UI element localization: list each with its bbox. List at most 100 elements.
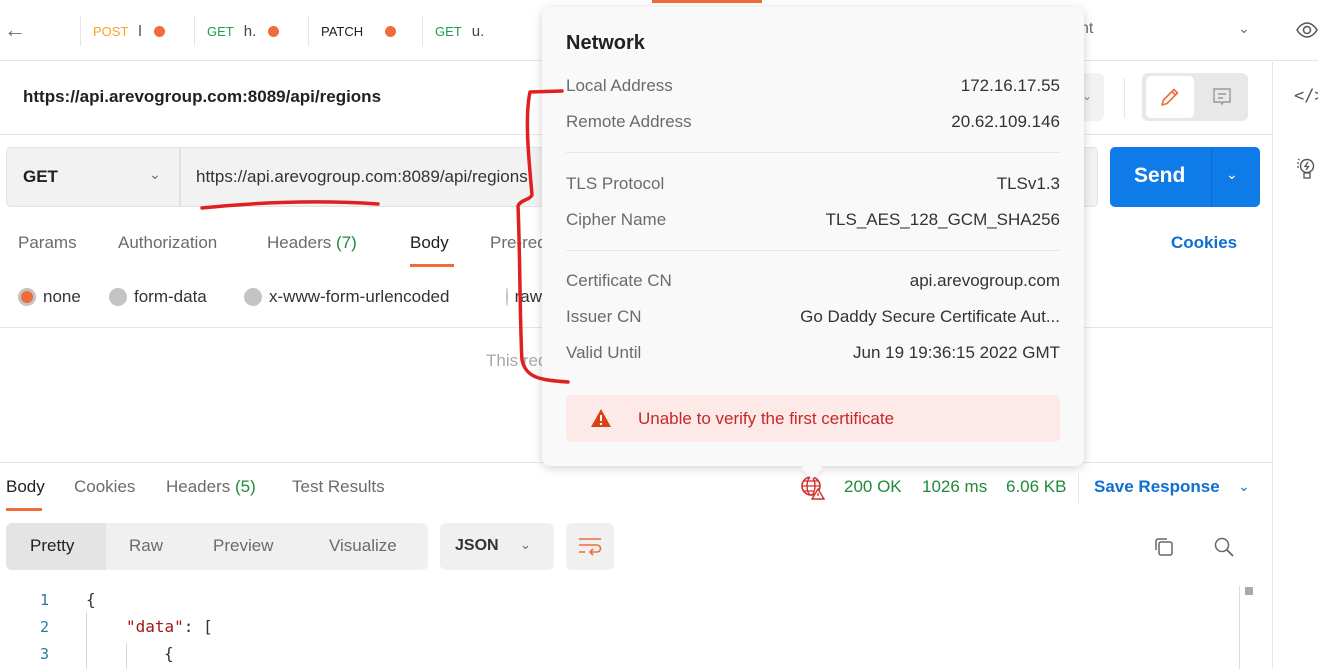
chevron-down-icon[interactable]: ⌄ xyxy=(1238,478,1250,495)
divider xyxy=(566,250,1060,251)
radio-icon xyxy=(506,288,508,306)
view-preview[interactable]: Preview xyxy=(213,536,273,556)
body-type-none[interactable]: none xyxy=(18,287,81,307)
request-tab[interactable]: POST l xyxy=(80,16,194,46)
chevron-down-icon[interactable]: ⌄ xyxy=(1238,20,1250,37)
brace: { xyxy=(164,644,174,663)
headers-count: (7) xyxy=(336,233,357,252)
certificate-cn-value: api.arevogroup.com xyxy=(909,271,1060,290)
body-type-raw[interactable]: raw xyxy=(506,287,542,307)
request-tab[interactable]: GET u. xyxy=(422,16,536,46)
code-scrollbar[interactable] xyxy=(1239,586,1259,669)
response-time[interactable]: 1026 ms xyxy=(922,477,987,497)
tab-pre-request-script[interactable]: Pre-request Script xyxy=(490,233,542,253)
edit-mode-button[interactable] xyxy=(1146,76,1194,118)
tab-name: h. xyxy=(243,22,257,40)
tab-label: Body xyxy=(6,477,45,496)
issuer-cn-label: Issuer CN xyxy=(566,307,642,326)
indent-guide xyxy=(86,612,87,669)
tab-headers[interactable]: Headers (7) xyxy=(267,233,357,253)
response-code-editor[interactable]: 1 2 3 { "data": [ { xyxy=(0,586,1260,669)
response-tab-headers[interactable]: Headers (5) xyxy=(166,477,256,497)
chevron-down-icon[interactable]: ⌄ xyxy=(1082,73,1104,121)
comment-icon xyxy=(1213,88,1231,106)
request-tab[interactable]: PATCH xyxy=(308,16,422,46)
search-icon[interactable] xyxy=(1212,535,1236,564)
back-arrow-icon[interactable]: ← xyxy=(4,18,26,42)
code-icon[interactable]: </> xyxy=(1294,86,1318,106)
active-tab-indicator xyxy=(410,264,454,267)
divider xyxy=(566,152,1060,153)
tab-label: Headers xyxy=(166,477,231,496)
chevron-down-icon: ⌄ xyxy=(149,166,161,182)
send-label: Send xyxy=(1134,164,1186,187)
unsaved-dot-icon xyxy=(268,25,280,37)
line-number: 2 xyxy=(40,618,50,636)
copy-icon[interactable] xyxy=(1152,535,1176,564)
body-type-urlencoded[interactable]: x-www-form-urlencoded xyxy=(244,287,449,307)
wrap-icon xyxy=(579,537,602,556)
view-raw[interactable]: Raw xyxy=(129,536,163,556)
warning-triangle-icon xyxy=(590,408,612,433)
send-button[interactable]: Send ⌄ xyxy=(1110,147,1260,207)
issuer-cn-value: Go Daddy Secure Certificate Aut... xyxy=(800,307,1060,326)
active-tab-indicator xyxy=(6,508,42,511)
format-value: JSON xyxy=(455,537,499,554)
cookies-link[interactable]: Cookies xyxy=(1171,233,1237,253)
response-tab-test-results[interactable]: Test Results xyxy=(292,477,385,497)
response-tab-body[interactable]: Body xyxy=(6,477,45,497)
response-tab-cookies[interactable]: Cookies xyxy=(74,477,135,497)
send-options-chevron-icon[interactable]: ⌄ xyxy=(1226,166,1238,183)
format-select[interactable]: JSON ⌄ xyxy=(440,523,554,570)
tab-method: GET xyxy=(435,23,462,39)
right-sidebar-border xyxy=(1272,62,1273,669)
network-warning-globe-icon[interactable] xyxy=(800,475,826,506)
radio-icon xyxy=(109,288,127,306)
valid-until-label: Valid Until xyxy=(566,343,642,362)
method-value: GET xyxy=(23,167,58,186)
headers-count: (5) xyxy=(235,477,256,496)
tls-protocol-value: TLSv1.3 xyxy=(996,174,1060,193)
divider xyxy=(1078,473,1079,503)
popover-title: Network xyxy=(566,32,645,54)
tab-label: Headers xyxy=(267,233,332,252)
cipher-name-value: TLS_AES_128_GCM_SHA256 xyxy=(825,210,1060,229)
mode-toggle xyxy=(1142,73,1248,121)
eye-icon[interactable] xyxy=(1295,18,1318,47)
tab-label: Params xyxy=(18,233,77,252)
code-punct: : [ xyxy=(183,617,213,636)
pencil-icon xyxy=(1161,88,1179,106)
tab-label: Test Results xyxy=(292,477,385,496)
radio-label: raw xyxy=(514,287,542,306)
warning-text: Unable to verify the first certificate xyxy=(638,409,895,428)
tab-authorization[interactable]: Authorization xyxy=(118,233,217,253)
code-line: { xyxy=(86,590,96,609)
radio-label: x-www-form-urlencoded xyxy=(269,287,450,306)
comment-mode-button[interactable] xyxy=(1198,76,1246,118)
save-response-button[interactable]: Save Response xyxy=(1094,477,1220,497)
lightbulb-icon[interactable] xyxy=(1296,156,1318,187)
code-line: { xyxy=(164,644,174,663)
response-size[interactable]: 6.06 KB xyxy=(1006,477,1067,497)
body-type-form-data[interactable]: form-data xyxy=(109,287,207,307)
tab-name: u. xyxy=(471,22,485,40)
tab-params[interactable]: Params xyxy=(18,233,77,253)
empty-body-note: This request does not have a body xyxy=(486,351,542,370)
wrap-lines-button[interactable] xyxy=(566,523,614,570)
request-title[interactable]: https://api.arevogroup.com:8089/api/regi… xyxy=(23,87,381,107)
request-tab[interactable]: GET h. xyxy=(194,16,308,46)
view-mode-bar: Pretty Raw Preview Visualize xyxy=(6,523,428,570)
view-visualize[interactable]: Visualize xyxy=(329,536,397,556)
scroll-thumb[interactable] xyxy=(1245,587,1253,595)
tab-method: POST xyxy=(93,23,129,39)
unsaved-dot-icon xyxy=(385,25,397,37)
line-number: 3 xyxy=(40,645,50,663)
tab-label: Pre-request Script xyxy=(490,233,542,252)
json-key: "data" xyxy=(126,617,184,636)
status-code[interactable]: 200 OK xyxy=(844,477,902,497)
method-select[interactable]: GET ⌄ xyxy=(6,147,180,207)
tab-name: l xyxy=(138,22,142,40)
view-pretty[interactable]: Pretty xyxy=(30,536,74,556)
local-address-label: Local Address xyxy=(566,76,673,95)
tab-body[interactable]: Body xyxy=(410,233,449,253)
